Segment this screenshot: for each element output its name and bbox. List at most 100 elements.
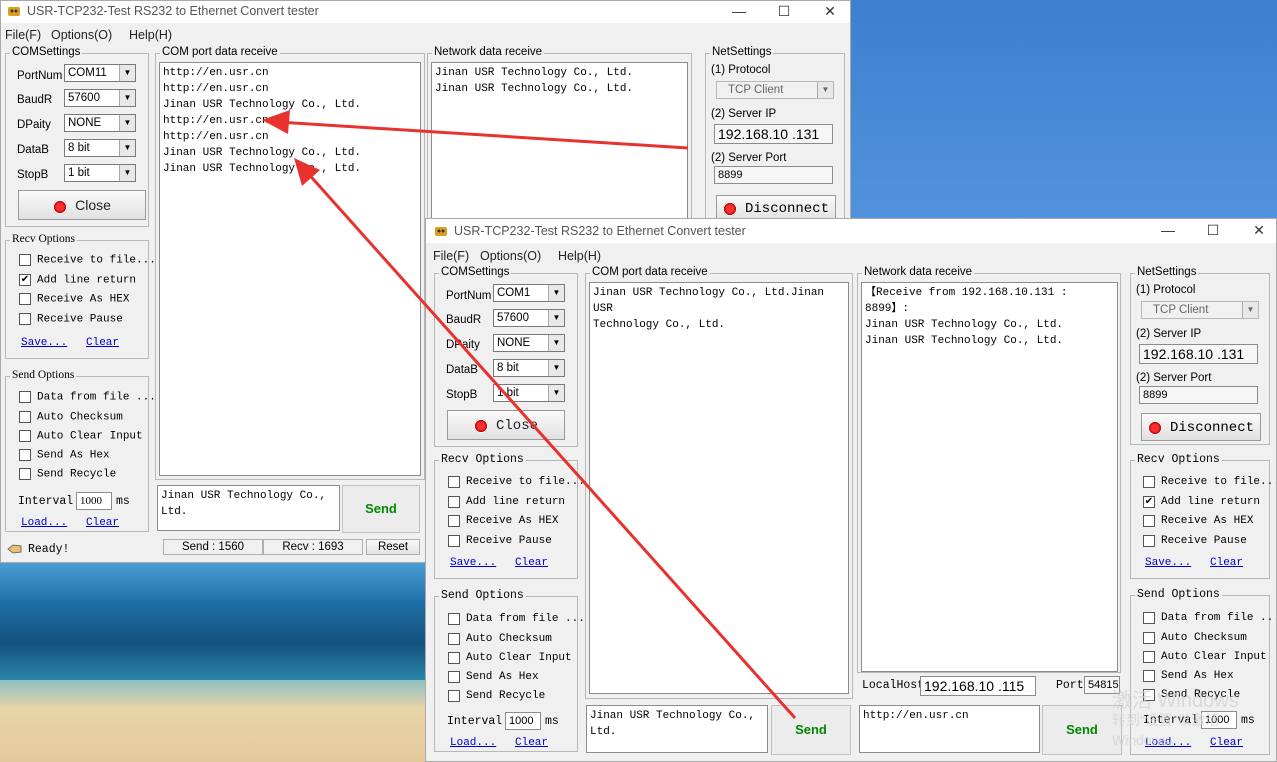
- save-link[interactable]: Save...: [21, 337, 67, 349]
- load-link[interactable]: Load...: [21, 517, 67, 529]
- databits-select[interactable]: 8 bit ▼: [64, 139, 136, 157]
- receive-to-file-checkbox[interactable]: Receive to file...: [1143, 474, 1277, 488]
- send-button[interactable]: Send: [342, 485, 420, 533]
- receive-pause-checkbox[interactable]: Receive Pause: [19, 313, 123, 326]
- net-send-button[interactable]: Send: [1042, 705, 1122, 755]
- net-receive-textarea[interactable]: 【Receive from 192.168.10.131 : 8899】: Ji…: [861, 282, 1118, 672]
- add-line-return-checkbox[interactable]: Add line return: [448, 494, 565, 508]
- portnum-select[interactable]: COM11 ▼: [64, 64, 136, 82]
- checkbox-label: Send Recycle: [37, 468, 117, 481]
- menu-file[interactable]: File(F): [433, 249, 469, 263]
- receive-to-file-checkbox[interactable]: Receive to file...: [19, 254, 156, 267]
- close-window-button[interactable]: ✕: [1236, 220, 1276, 242]
- title-bar[interactable]: USR-TCP232-Test RS232 to Ethernet Conver…: [426, 219, 1276, 243]
- maximize-button[interactable]: ☐: [761, 1, 807, 23]
- send-as-hex-checkbox[interactable]: Send As Hex: [448, 669, 539, 683]
- receive-as-hex-checkbox[interactable]: Receive As HEX: [448, 513, 558, 527]
- checkbox-box: [19, 293, 31, 306]
- protocol-select[interactable]: TCP Client ▼: [1141, 301, 1259, 319]
- send-as-hex-checkbox[interactable]: Send As Hex: [1143, 668, 1234, 682]
- com-send-input[interactable]: Jinan USR Technology Co., Ltd.: [586, 705, 768, 753]
- data-from-file-checkbox[interactable]: Data from file ...: [1143, 610, 1276, 624]
- receive-pause-checkbox[interactable]: Receive Pause: [448, 533, 552, 547]
- send-recycle-checkbox[interactable]: Send Recycle: [448, 688, 545, 702]
- databits-select[interactable]: 8 bit ▼: [493, 359, 565, 377]
- add-line-return-checkbox[interactable]: ✔ Add line return: [1143, 494, 1260, 508]
- menu-options[interactable]: Options(O): [480, 249, 541, 263]
- interval-input[interactable]: 1000: [505, 712, 541, 730]
- menu-help[interactable]: Help(H): [558, 249, 601, 263]
- checkbox-label: Auto Clear Input: [37, 430, 143, 443]
- parity-select[interactable]: NONE ▼: [493, 334, 565, 352]
- clear-send-link[interactable]: Clear: [86, 517, 119, 529]
- menu-help[interactable]: Help(H): [129, 28, 172, 42]
- desktop-sea: [0, 560, 430, 680]
- receive-as-hex-checkbox[interactable]: Receive As HEX: [1143, 513, 1253, 527]
- server-ip-input[interactable]: 192.168.10 .131: [714, 124, 833, 144]
- close-port-label: Close: [75, 197, 111, 213]
- com-send-input[interactable]: Jinan USR Technology Co., Ltd.: [157, 485, 340, 531]
- close-window-button[interactable]: ✕: [807, 1, 850, 23]
- baud-select[interactable]: 57600 ▼: [493, 309, 565, 327]
- clear-recv-link[interactable]: Clear: [1210, 557, 1243, 569]
- auto-checksum-checkbox[interactable]: Auto Checksum: [1143, 630, 1247, 644]
- receive-to-file-checkbox[interactable]: Receive to file...: [448, 474, 585, 488]
- reset-button[interactable]: Reset: [366, 539, 420, 555]
- checkbox-label: Receive to file...: [1161, 475, 1277, 488]
- parity-value: NONE: [497, 337, 531, 349]
- load-link[interactable]: Load...: [450, 737, 496, 749]
- save-link[interactable]: Save...: [450, 557, 496, 569]
- minimize-button[interactable]: —: [716, 1, 762, 23]
- checkbox-box: [448, 475, 460, 488]
- checkbox-label: Add line return: [37, 274, 137, 287]
- data-from-file-checkbox[interactable]: Data from file ...: [19, 391, 156, 404]
- net-receive-textarea[interactable]: Jinan USR Technology Co., Ltd. Jinan USR…: [431, 62, 688, 232]
- com-receive-textarea[interactable]: Jinan USR Technology Co., Ltd.Jinan USR …: [589, 282, 849, 694]
- parity-select[interactable]: NONE ▼: [64, 114, 136, 132]
- interval-input[interactable]: 1000: [76, 492, 112, 510]
- receive-pause-checkbox[interactable]: Receive Pause: [1143, 533, 1247, 547]
- server-port-input[interactable]: 8899: [714, 166, 833, 184]
- disconnect-button[interactable]: Disconnect: [1141, 413, 1261, 441]
- send-as-hex-checkbox[interactable]: Send As Hex: [19, 449, 110, 462]
- clear-send-link[interactable]: Clear: [515, 737, 548, 749]
- auto-checksum-checkbox[interactable]: Auto Checksum: [448, 631, 552, 645]
- auto-clear-input-checkbox[interactable]: Auto Clear Input: [19, 430, 143, 443]
- save-link[interactable]: Save...: [1145, 557, 1191, 569]
- clear-recv-link[interactable]: Clear: [515, 557, 548, 569]
- portnum-select[interactable]: COM1 ▼: [493, 284, 565, 302]
- minimize-button[interactable]: —: [1145, 220, 1191, 242]
- tester-window-front[interactable]: USR-TCP232-Test RS232 to Ethernet Conver…: [425, 218, 1277, 762]
- auto-checksum-checkbox[interactable]: Auto Checksum: [19, 411, 123, 424]
- check-icon: ✔: [1143, 495, 1155, 508]
- menu-options[interactable]: Options(O): [51, 28, 112, 42]
- close-port-button[interactable]: Close: [18, 190, 146, 220]
- auto-clear-input-checkbox[interactable]: Auto Clear Input: [1143, 649, 1267, 663]
- maximize-button[interactable]: ☐: [1190, 220, 1236, 242]
- close-port-button[interactable]: Close: [447, 410, 565, 440]
- receive-as-hex-checkbox[interactable]: Receive As HEX: [19, 293, 129, 306]
- recv-count: Recv : 1693: [263, 539, 363, 555]
- server-port-input[interactable]: 8899: [1139, 386, 1258, 404]
- stopbits-select[interactable]: 1 bit ▼: [493, 384, 565, 402]
- checkbox-label: Auto Checksum: [466, 632, 552, 645]
- chevron-down-icon: ▼: [548, 360, 564, 376]
- protocol-select[interactable]: TCP Client ▼: [716, 81, 834, 99]
- auto-clear-input-checkbox[interactable]: Auto Clear Input: [448, 650, 572, 664]
- server-ip-input[interactable]: 192.168.10 .131: [1139, 344, 1258, 364]
- title-bar[interactable]: USR-TCP232-Test RS232 to Ethernet Conver…: [1, 1, 850, 23]
- localhost-input[interactable]: 192.168.10 .115: [920, 676, 1036, 696]
- send-options-legend: Send Options: [439, 589, 526, 602]
- send-recycle-checkbox[interactable]: Send Recycle: [19, 468, 117, 481]
- com-send-button[interactable]: Send: [771, 705, 851, 755]
- data-from-file-checkbox[interactable]: Data from file ...: [448, 611, 585, 625]
- desktop-sand: [0, 680, 430, 762]
- checkbox-label: Data from file ...: [466, 612, 585, 625]
- com-receive-textarea[interactable]: http://en.usr.cn http://en.usr.cn Jinan …: [159, 62, 421, 476]
- net-send-input[interactable]: http://en.usr.cn: [859, 705, 1040, 753]
- baud-select[interactable]: 57600 ▼: [64, 89, 136, 107]
- clear-recv-link[interactable]: Clear: [86, 337, 119, 349]
- add-line-return-checkbox[interactable]: ✔ Add line return: [19, 274, 137, 287]
- stopbits-select[interactable]: 1 bit ▼: [64, 164, 136, 182]
- menu-file[interactable]: File(F): [5, 28, 41, 42]
